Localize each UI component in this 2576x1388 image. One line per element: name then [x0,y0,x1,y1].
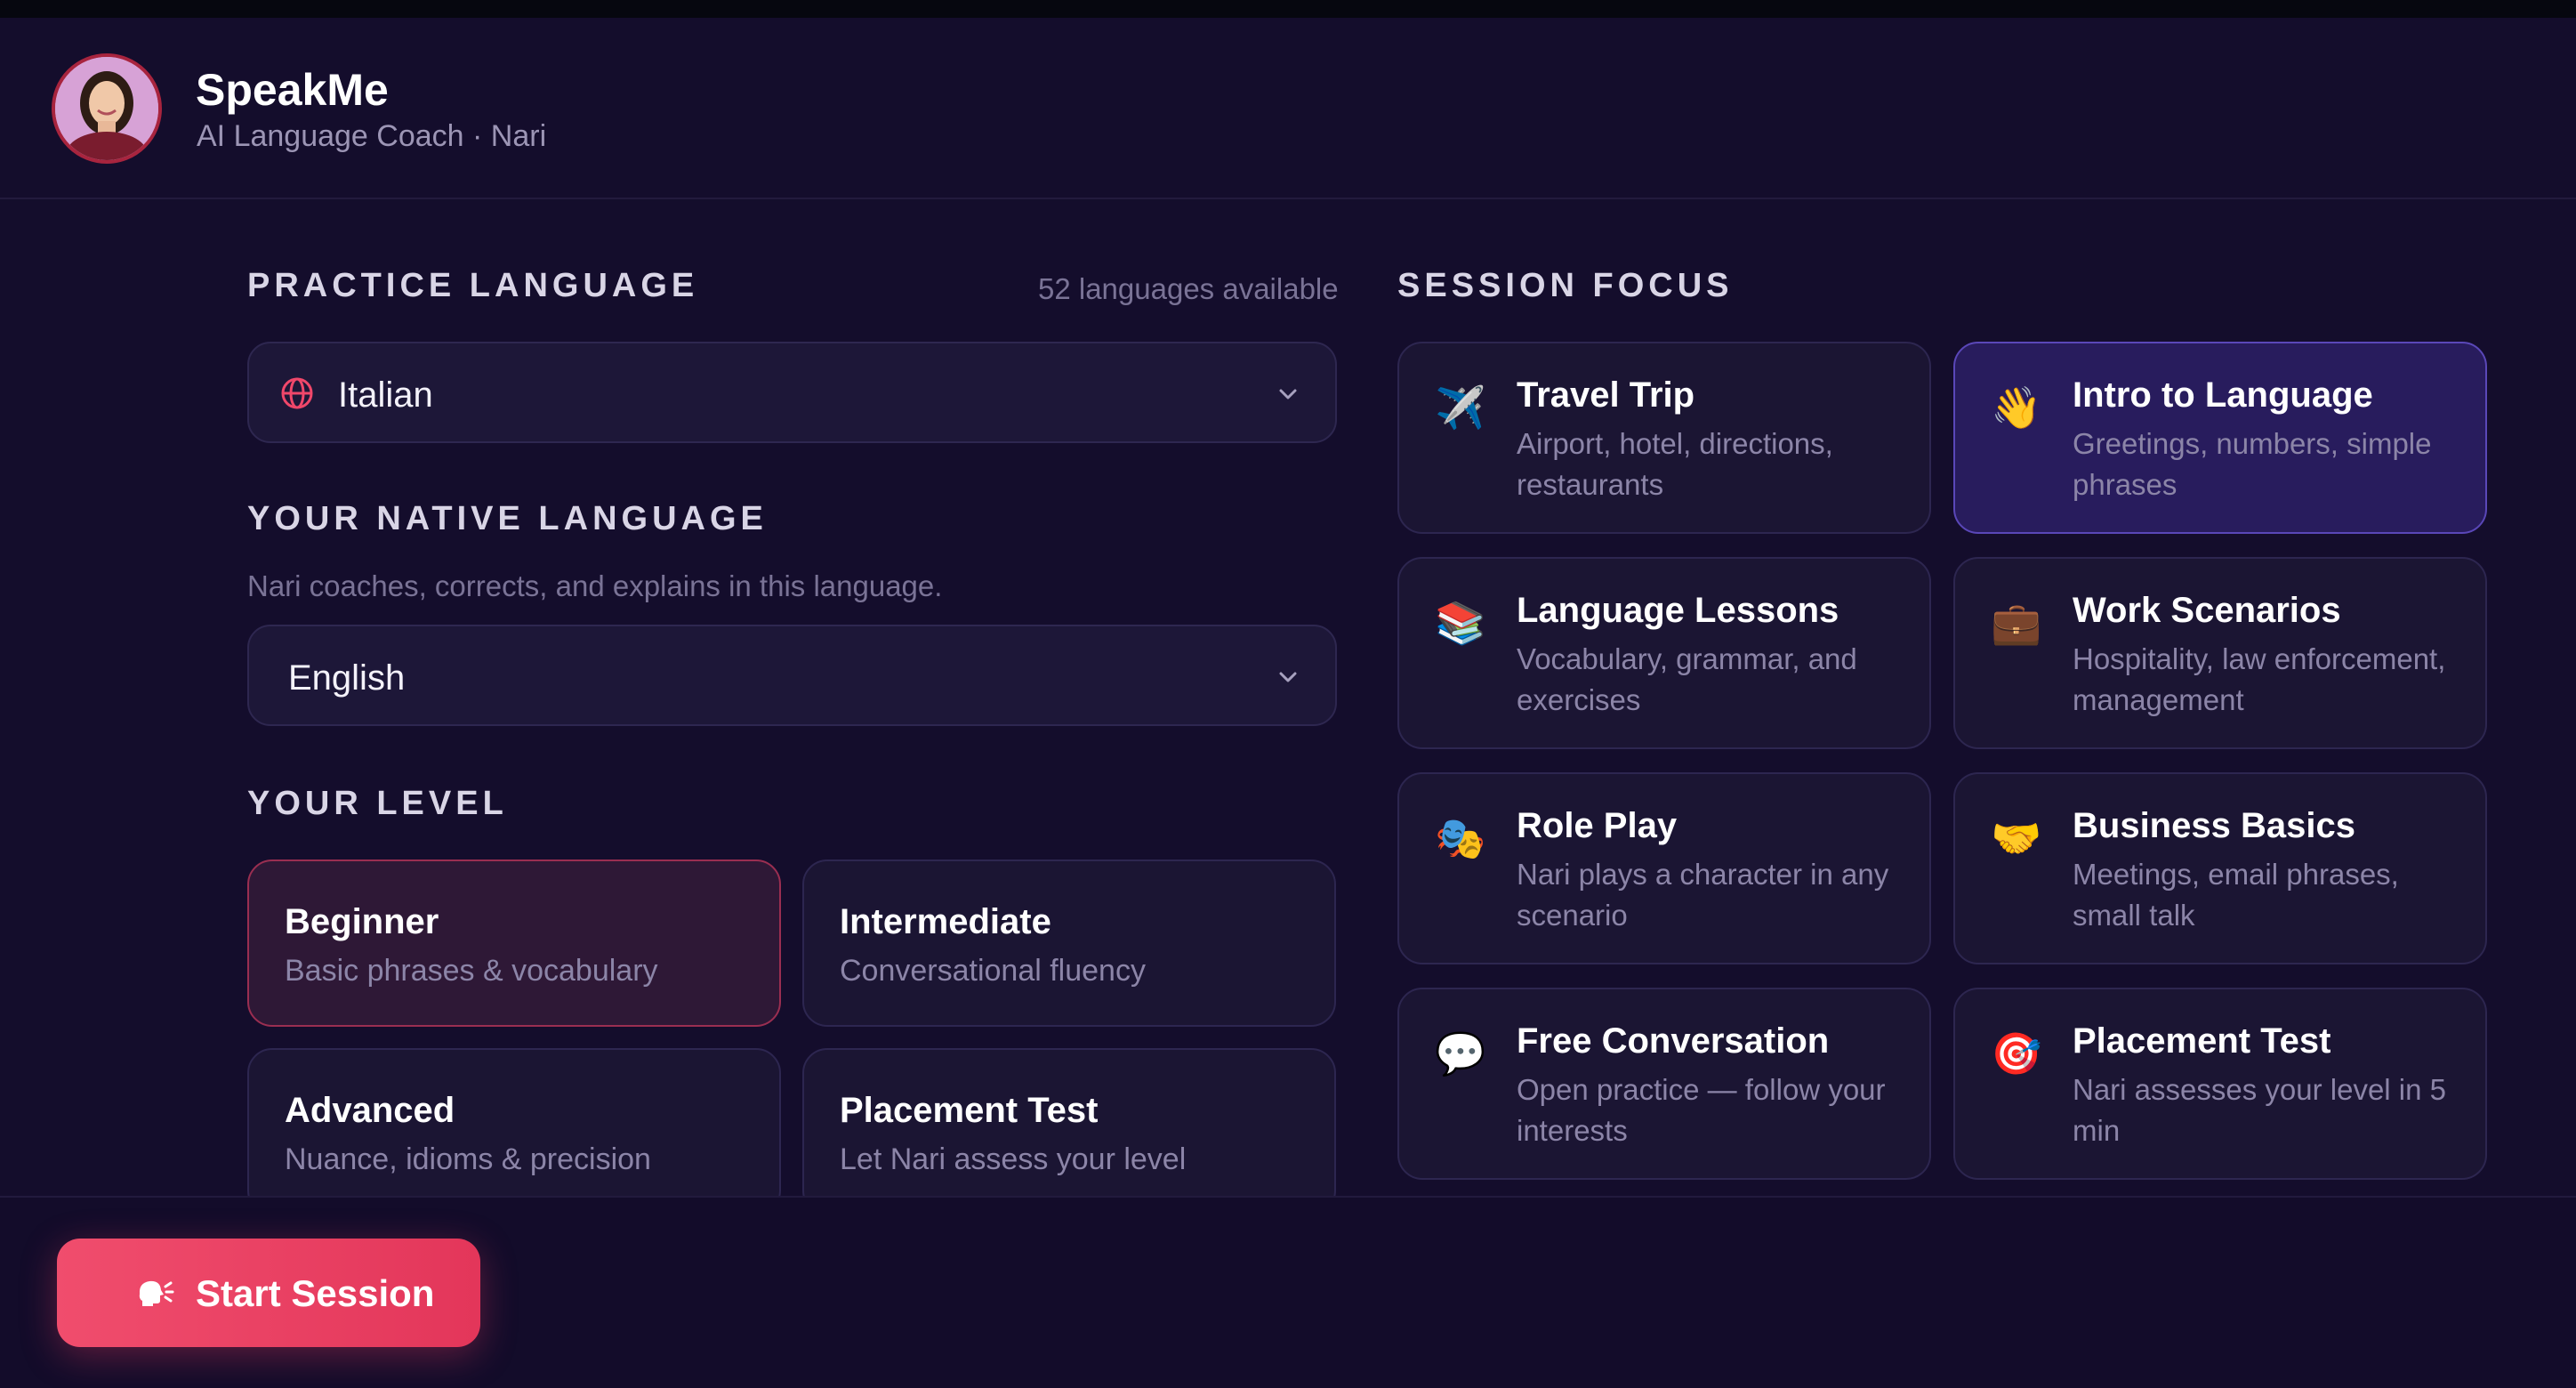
focus-option-work-scenarios[interactable]: 💼 Work Scenarios Hospitality, law enforc… [1953,557,2487,749]
level-option-title: Advanced [285,1091,455,1130]
level-option-desc: Basic phrases & vocabulary [285,954,658,988]
languages-count: 52 languages available [1038,272,1339,305]
speech-bubble-icon: 💬 [1435,1030,1486,1077]
globe-icon [281,377,313,409]
native-language-label: YOUR NATIVE LANGUAGE [247,500,768,537]
level-option-desc: Let Nari assess your level [840,1142,1187,1176]
theater-masks-icon: 🎭 [1435,815,1486,861]
focus-option-free-conversation[interactable]: 💬 Free Conversation Open practice — foll… [1397,988,1931,1180]
focus-option-placement-test[interactable]: 🎯 Placement Test Nari assesses your leve… [1953,988,2487,1180]
level-label: YOUR LEVEL [247,785,508,822]
airplane-icon: ✈️ [1435,384,1486,431]
focus-option-desc: Hospitality, law enforcement, management [2073,642,2446,716]
level-option-intermediate[interactable]: Intermediate Conversational fluency [802,859,1336,1027]
briefcase-icon: 💼 [1991,600,2042,646]
level-option-desc: Nuance, idioms & precision [285,1142,651,1176]
app-subtitle: AI Language Coach · Nari [197,119,547,153]
focus-option-desc: Nari plays a character in any scenario [1517,858,1889,932]
top-strip [0,0,2576,18]
focus-option-travel-trip[interactable]: ✈️ Travel Trip Airport, hotel, direction… [1397,342,1931,534]
coach-avatar [52,53,162,164]
app-title: SpeakMe [196,65,389,115]
focus-option-desc: Open practice — follow your interests [1517,1073,1886,1147]
native-language-select[interactable]: English [247,625,1337,726]
speaking-head-icon [139,1280,174,1306]
focus-option-role-play[interactable]: 🎭 Role Play Nari plays a character in an… [1397,772,1931,964]
level-option-advanced[interactable]: Advanced Nuance, idioms & precision [247,1048,781,1215]
focus-option-desc: Nari assesses your level in 5 min [2073,1073,2447,1147]
start-session-button[interactable]: Start Session [57,1239,480,1347]
practice-language-label: PRACTICE LANGUAGE [247,267,699,304]
focus-option-language-lessons[interactable]: 📚 Language Lessons Vocabulary, grammar, … [1397,557,1931,749]
level-option-title: Placement Test [840,1091,1099,1130]
focus-option-title: Intro to Language [2073,375,2373,415]
native-language-value: English [288,658,406,698]
focus-option-desc: Greetings, numbers, simple phrases [2073,427,2432,501]
focus-option-desc: Airport, hotel, directions, restaurants [1517,427,1833,501]
waving-hand-icon: 👋 [1991,384,2042,431]
focus-option-title: Travel Trip [1517,375,1695,415]
practice-language-select[interactable]: Italian [247,342,1337,443]
chevron-down-icon [1279,672,1297,682]
focus-option-business-basics[interactable]: 🤝 Business Basics Meetings, email phrase… [1953,772,2487,964]
level-option-placement-test[interactable]: Placement Test Let Nari assess your leve… [802,1048,1336,1215]
practice-language-value: Italian [338,375,433,415]
focus-option-title: Business Basics [2073,806,2355,845]
level-option-desc: Conversational fluency [840,954,1146,988]
focus-option-title: Role Play [1517,806,1678,845]
books-icon: 📚 [1435,600,1486,646]
start-session-label: Start Session [196,1272,435,1314]
focus-option-title: Language Lessons [1517,591,1839,630]
chevron-down-icon [1279,389,1297,399]
native-language-hint: Nari coaches, corrects, and explains in … [247,569,943,602]
focus-option-title: Work Scenarios [2073,591,2341,630]
session-focus-label: SESSION FOCUS [1397,267,1734,304]
handshake-icon: 🤝 [1991,815,2042,861]
target-icon: 🎯 [1991,1030,2042,1077]
focus-option-intro-to-language[interactable]: 👋 Intro to Language Greetings, numbers, … [1953,342,2487,534]
app-header: SpeakMe AI Language Coach · Nari [0,18,2576,199]
focus-option-desc: Vocabulary, grammar, and exercises [1517,642,1857,716]
level-option-title: Beginner [285,902,439,941]
focus-option-title: Free Conversation [1517,1021,1830,1061]
focus-option-title: Placement Test [2073,1021,2331,1061]
level-option-beginner[interactable]: Beginner Basic phrases & vocabulary [247,859,781,1027]
level-option-title: Intermediate [840,902,1051,941]
focus-option-desc: Meetings, email phrases, small talk [2073,858,2399,932]
